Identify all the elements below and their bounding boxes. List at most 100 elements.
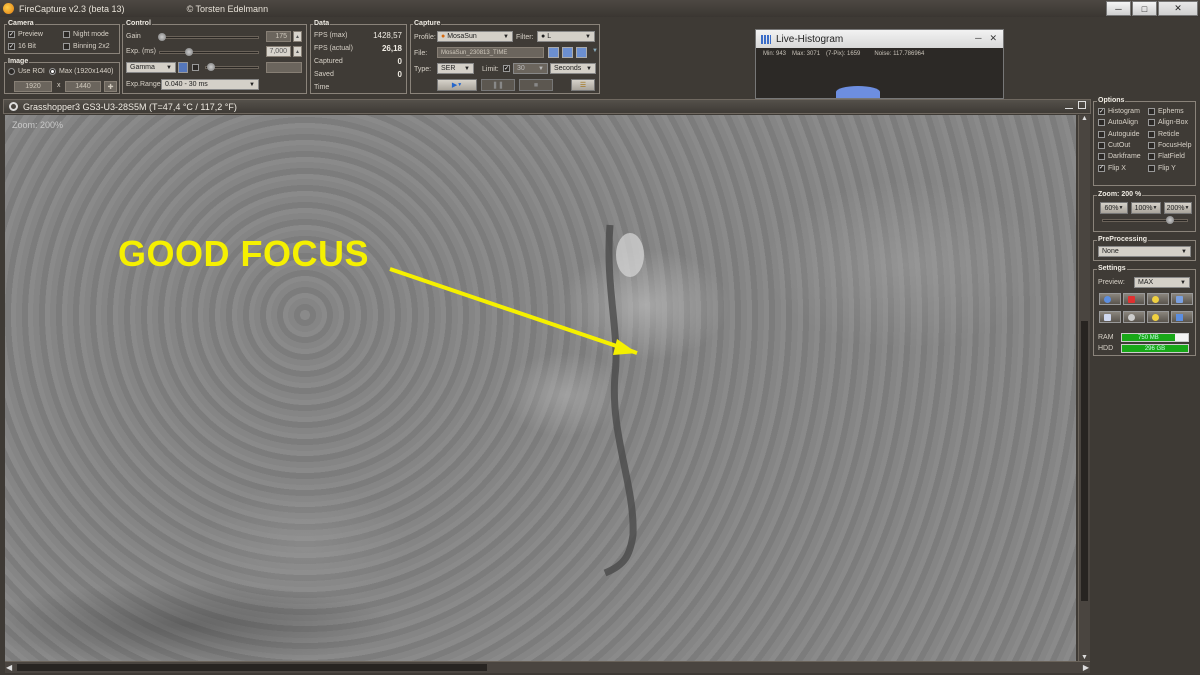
option-darkframe[interactable]: Darkframe <box>1098 153 1141 161</box>
exposure-slider[interactable] <box>159 48 259 56</box>
scripting-button[interactable] <box>1099 311 1121 323</box>
option-align-box[interactable]: Align-Box <box>1148 119 1188 127</box>
start-capture-button[interactable]: ▶ ▼ <box>437 79 477 91</box>
pause-capture-button[interactable]: ❚❚ <box>481 79 515 91</box>
gamma-slider-knob[interactable] <box>207 63 216 71</box>
histogram-minimize-button[interactable]: ─ <box>975 33 981 44</box>
fps-max-value: 1428,57 <box>373 31 402 40</box>
settings-preview-label: Preview: <box>1098 279 1125 286</box>
exposure-slider-knob[interactable] <box>185 48 194 56</box>
report-button[interactable] <box>1171 293 1193 305</box>
profile-select-value: ● MosaSun <box>441 33 477 40</box>
zoom-200-button[interactable]: 200% ▼ <box>1164 202 1192 214</box>
zoom-100-button[interactable]: 100% ▼ <box>1131 202 1161 214</box>
preview-checkbox[interactable]: ✓ Preview <box>8 31 43 38</box>
solar-filament <box>603 224 637 577</box>
night-mode-check-icon <box>63 31 70 38</box>
histogram-title-bar[interactable]: Live-Histogram ─ ✕ <box>756 30 1003 48</box>
option-focushelp[interactable]: FocusHelp <box>1148 141 1191 149</box>
exposure-spinner[interactable]: ▲ <box>293 46 302 57</box>
histogram-toggle-button[interactable] <box>1171 311 1193 323</box>
open-folder-icon[interactable] <box>576 47 587 58</box>
record-button[interactable] <box>1123 293 1145 305</box>
zoom-slider-knob[interactable] <box>1166 216 1175 224</box>
roi-width-input[interactable]: 1920 <box>14 81 52 92</box>
capture-list-button[interactable]: ☰ <box>571 79 595 91</box>
minimize-button[interactable]: ─ <box>1106 1 1131 16</box>
exposure-value-input[interactable]: 7,000 <box>266 46 291 57</box>
horizontal-scrollbar[interactable]: ◀ ▶ <box>5 661 1090 673</box>
option-reticle[interactable]: Reticle <box>1148 130 1179 138</box>
horizontal-scroll-thumb[interactable] <box>17 664 487 671</box>
gamma-value-input[interactable] <box>266 62 302 73</box>
gain-slider[interactable] <box>157 33 259 41</box>
limit-value-select[interactable]: 30 ▼ <box>513 63 548 74</box>
option-ephems[interactable]: Ephems <box>1148 108 1184 115</box>
option-histogram[interactable]: ✓ Histogram <box>1098 108 1140 115</box>
preprocessing-select[interactable]: None ▼ <box>1098 246 1191 257</box>
capture-panel-title: Capture <box>413 20 442 27</box>
bit16-checkbox[interactable]: ✓ 16 Bit <box>8 43 36 50</box>
stop-capture-button[interactable]: ■ <box>519 79 553 91</box>
gain-spinner[interactable]: ▲ <box>293 31 302 42</box>
scroll-right-arrow-icon[interactable]: ▶ <box>1083 663 1089 672</box>
gamma-auto-checkbox[interactable] <box>192 64 199 71</box>
camera-settings-button[interactable] <box>1099 293 1121 305</box>
gamma-slider[interactable] <box>205 63 259 71</box>
filter-select[interactable]: ● L ▼ <box>537 31 595 42</box>
night-mode-checkbox[interactable]: Night mode <box>63 31 109 38</box>
hdd-label: HDD <box>1098 345 1114 352</box>
option-flip-y[interactable]: Flip Y <box>1148 164 1176 172</box>
fps-max-label: FPS (max) <box>314 32 348 39</box>
option-flatfield[interactable]: FlatField <box>1148 153 1185 161</box>
scroll-up-arrow-icon[interactable]: ▲ <box>1081 115 1088 122</box>
maximize-button[interactable]: □ <box>1132 1 1157 16</box>
bright-plage <box>616 233 644 277</box>
folder-grid-icon[interactable] <box>562 47 573 58</box>
histogram-window-controls: ─ ✕ <box>975 33 997 44</box>
gain-value-input[interactable]: 175 <box>266 31 291 42</box>
vertical-scrollbar[interactable]: ▲ ▼ <box>1078 115 1090 661</box>
roi-height-input[interactable]: 1440 <box>65 81 101 92</box>
vertical-scroll-thumb[interactable] <box>1081 321 1088 601</box>
use-roi-radio[interactable]: Use ROI <box>8 68 45 75</box>
view-minimize-button[interactable] <box>1065 101 1073 109</box>
file-menu-chevron-icon[interactable]: ▼ <box>592 48 598 54</box>
profile-select[interactable]: ● MosaSun ▼ <box>437 31 513 42</box>
view-maximize-button[interactable] <box>1078 101 1086 109</box>
scroll-left-arrow-icon[interactable]: ◀ <box>6 663 12 672</box>
option-autoguide[interactable]: Autoguide <box>1098 130 1140 138</box>
live-histogram-window[interactable]: Live-Histogram ─ ✕ Min: 943 Max: 3071 (7… <box>755 29 1004 99</box>
max-resolution-radio[interactable]: Max (1920x1440) <box>49 68 113 75</box>
roi-apply-button[interactable]: ✚ <box>104 81 117 92</box>
option-label: CutOut <box>1108 141 1131 149</box>
home-folder-icon[interactable] <box>548 47 559 58</box>
settings-preview-select[interactable]: MAX ▼ <box>1134 277 1190 288</box>
option-cutout[interactable]: CutOut <box>1098 141 1131 149</box>
exprange-select[interactable]: 0.040 - 30 ms ▼ <box>161 79 259 90</box>
limit-checkbox[interactable]: ✓ <box>503 65 510 72</box>
camera-view-header: Grasshopper3 GS3-U3-28S5M (T=47,4 °C / 1… <box>3 99 1091 114</box>
gain-slider-knob[interactable] <box>157 33 166 41</box>
histogram-close-button[interactable]: ✕ <box>989 33 997 44</box>
gamma-select[interactable]: Gamma ▼ <box>126 62 176 73</box>
file-name-input[interactable]: MosaSun_230813_TIME <box>437 47 544 58</box>
zoom-level-label: Zoom: 200% <box>12 120 64 130</box>
scroll-down-arrow-icon[interactable]: ▼ <box>1081 654 1088 661</box>
zoom-60-button[interactable]: 60% ▼ <box>1100 202 1128 214</box>
option-autoalign[interactable]: AutoAlign <box>1098 119 1138 127</box>
limit-unit-select[interactable]: Seconds ▼ <box>550 63 596 74</box>
histogram-peak: (7-Pix): 1659 <box>826 51 861 57</box>
star-settings-button[interactable] <box>1147 311 1169 323</box>
exprange-select-value: 0.040 - 30 ms <box>165 81 208 88</box>
option-flip-x[interactable]: ✓ Flip X <box>1098 164 1126 172</box>
zoom-slider[interactable] <box>1102 216 1188 224</box>
binning-checkbox[interactable]: Binning 2x2 <box>63 43 110 50</box>
camera-view-controls <box>1065 101 1086 109</box>
solar-image-view[interactable]: Zoom: 200% GOOD FOCUS <box>5 115 1076 661</box>
gear-icon[interactable] <box>178 62 188 73</box>
close-button[interactable]: ✕ <box>1158 1 1198 16</box>
sun-settings-button[interactable] <box>1147 293 1169 305</box>
type-select[interactable]: SER ▼ <box>437 63 474 74</box>
speed-button[interactable] <box>1123 311 1145 323</box>
